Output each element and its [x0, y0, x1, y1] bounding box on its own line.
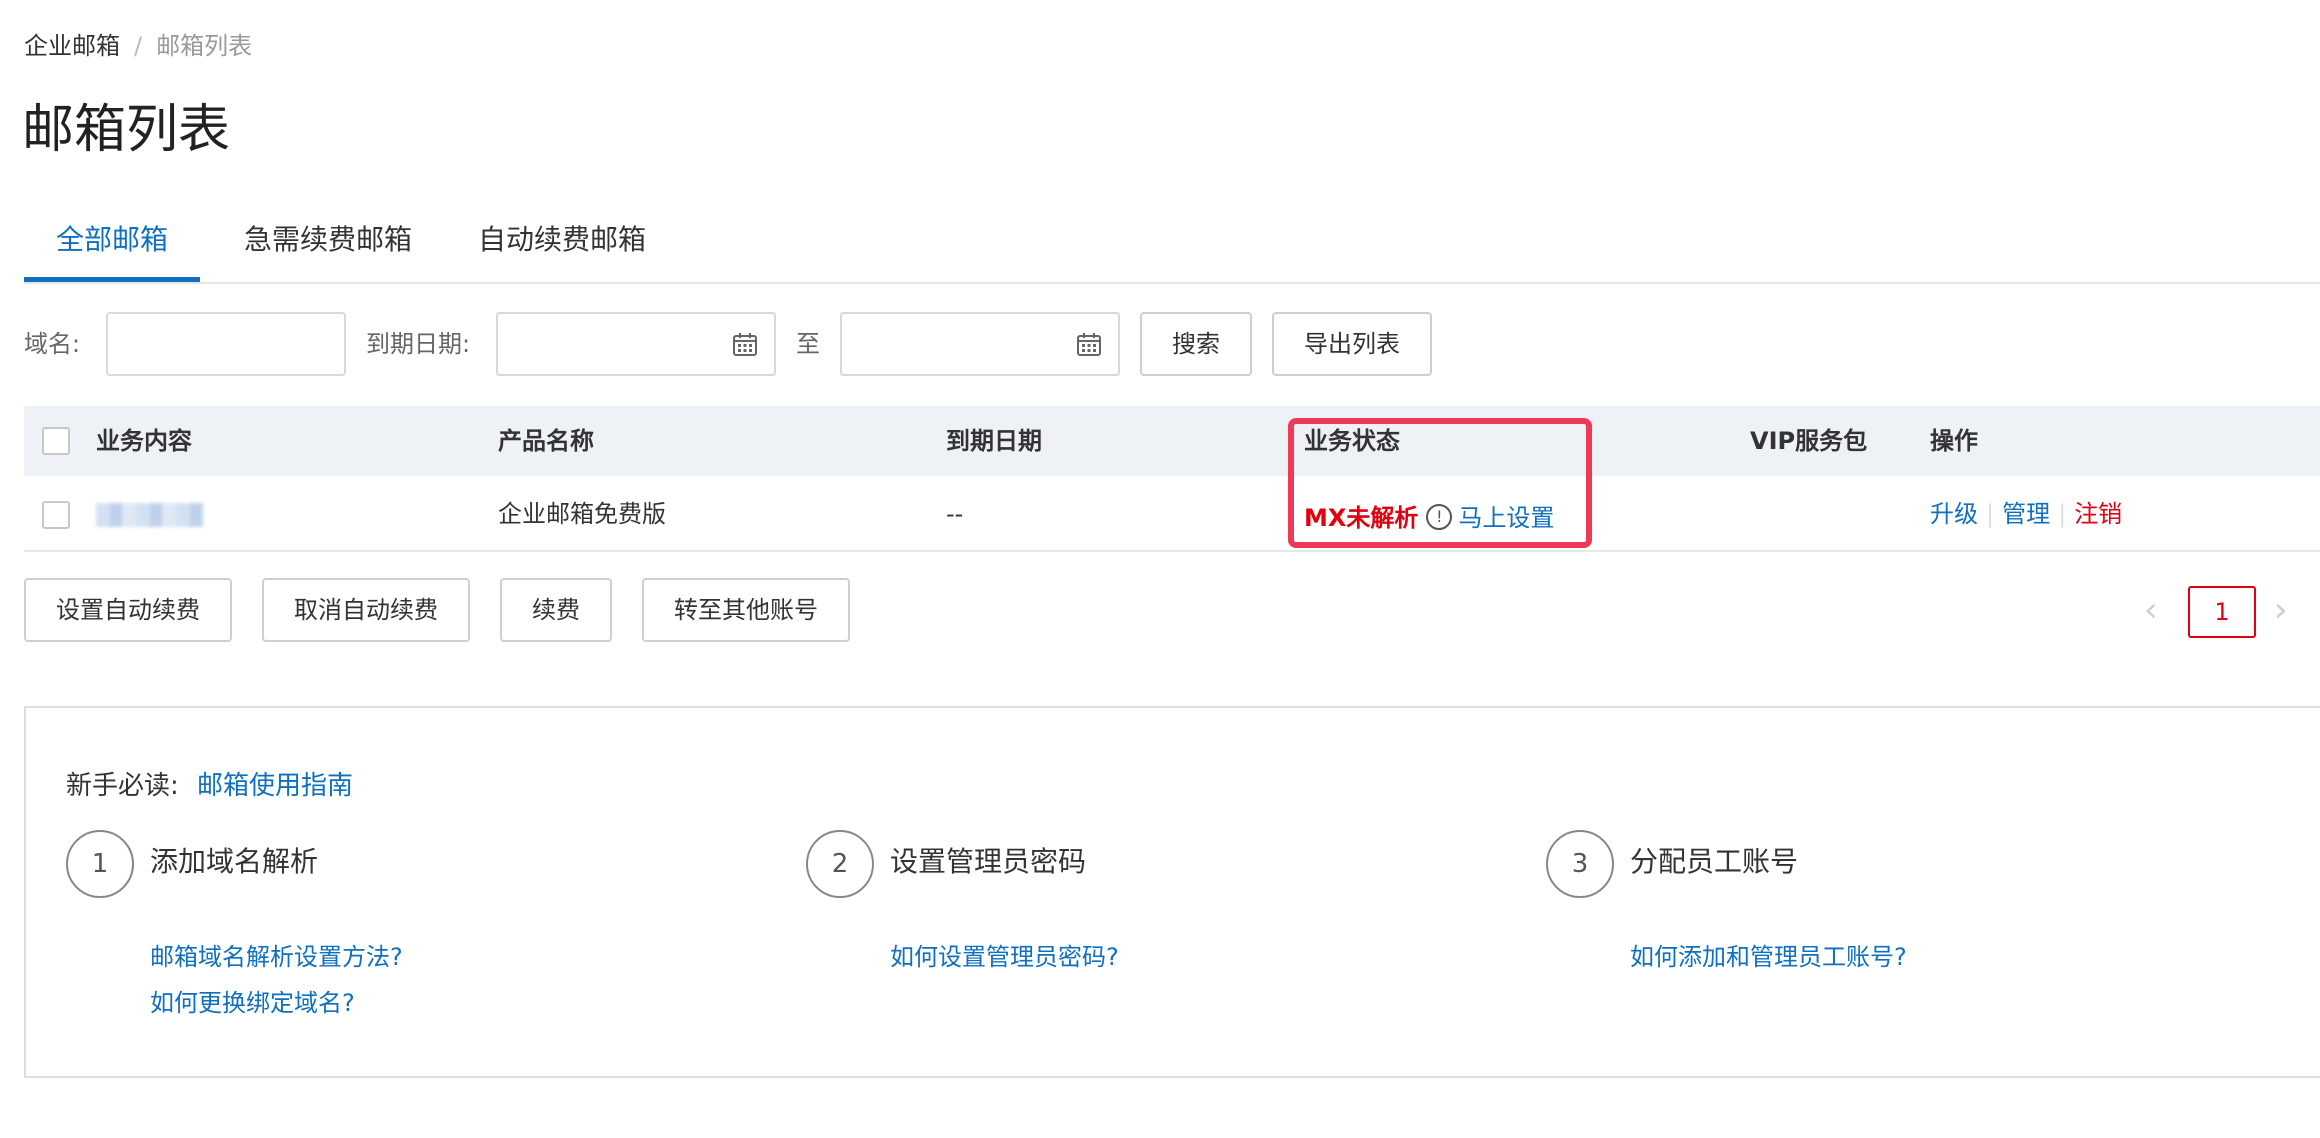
action-divider: | [1986, 500, 1995, 528]
transfer-account-button[interactable]: 转至其他账号 [642, 578, 850, 642]
column-business-content: 业务内容 [96, 427, 192, 455]
expire-to-input[interactable] [840, 312, 1120, 376]
page-number-current[interactable]: 1 [2188, 586, 2256, 638]
step-title-3: 分配员工账号 [1630, 845, 1799, 878]
calendar-icon[interactable] [732, 331, 758, 357]
business-content-domain-blurred [96, 503, 204, 527]
expire-from-input[interactable] [496, 312, 776, 376]
expire-date-label: 到期日期: [366, 330, 471, 358]
tab-auto-renewal[interactable]: 自动续费邮箱 [462, 212, 662, 282]
set-auto-renew-button[interactable]: 设置自动续费 [24, 578, 232, 642]
table-row: 企业邮箱免费版 -- MX未解析! 马上设置 升级 | 管理 | 注销 [24, 476, 2320, 552]
domain-input[interactable] [106, 312, 346, 376]
tab-bar: 全部邮箱 急需续费邮箱 自动续费邮箱 [24, 212, 2320, 284]
guide-link-dns-setup[interactable]: 邮箱域名解析设置方法? [150, 940, 403, 974]
page-title: 邮箱列表 [22, 100, 231, 160]
tab-all-mailboxes[interactable]: 全部邮箱 [24, 212, 200, 282]
export-list-button[interactable]: 导出列表 [1272, 312, 1432, 376]
actions-cell: 升级 | 管理 | 注销 [1930, 476, 2122, 552]
domain-label: 域名: [24, 330, 81, 358]
breadcrumb-root-link[interactable]: 企业邮箱 [24, 32, 120, 60]
step-number-1: 1 [66, 830, 134, 898]
next-page-icon[interactable]: › [2274, 580, 2288, 640]
prev-page-icon[interactable]: ‹ [2144, 580, 2158, 640]
column-actions: 操作 [1930, 427, 1978, 455]
step-title-2: 设置管理员密码 [890, 845, 1087, 878]
tab-urgent-renewal[interactable]: 急需续费邮箱 [228, 212, 428, 282]
column-product-name: 产品名称 [498, 427, 594, 455]
guide-link-change-domain[interactable]: 如何更换绑定域名? [150, 986, 355, 1020]
guide-link-employee-accounts[interactable]: 如何添加和管理员工账号? [1630, 940, 1907, 974]
expire-date-cell: -- [946, 500, 964, 528]
upgrade-link[interactable]: 升级 [1930, 500, 1978, 528]
date-range-to-label: 至 [796, 330, 820, 358]
step-title-1: 添加域名解析 [150, 845, 319, 878]
mailbox-guide-link[interactable]: 邮箱使用指南 [197, 771, 353, 801]
select-all-checkbox[interactable] [42, 427, 70, 455]
row-checkbox[interactable] [42, 501, 70, 529]
breadcrumb-separator: / [134, 32, 143, 60]
search-button[interactable]: 搜索 [1140, 312, 1252, 376]
table-header: 业务内容 产品名称 到期日期 业务状态 VIP服务包 操作 [24, 406, 2320, 476]
renew-button[interactable]: 续费 [500, 578, 612, 642]
breadcrumb: 企业邮箱 / 邮箱列表 [24, 30, 252, 62]
guide-header: 新手必读: 邮箱使用指南 [66, 768, 353, 804]
guide-label: 新手必读: [66, 771, 179, 801]
cancel-auto-renew-button[interactable]: 取消自动续费 [262, 578, 470, 642]
breadcrumb-current: 邮箱列表 [156, 32, 253, 60]
column-expire-date: 到期日期 [946, 427, 1042, 455]
step-number-3: 3 [1546, 830, 1614, 898]
calendar-icon[interactable] [1076, 331, 1102, 357]
column-vip-package: VIP服务包 [1750, 427, 1868, 455]
manage-link[interactable]: 管理 [2002, 500, 2050, 528]
product-name-cell: 企业邮箱免费版 [498, 500, 666, 528]
guide-link-admin-password[interactable]: 如何设置管理员密码? [890, 940, 1119, 974]
status-highlight-box [1288, 418, 1592, 548]
cancel-account-link[interactable]: 注销 [2074, 500, 2122, 528]
action-divider: | [2058, 500, 2067, 528]
beginner-guide-panel: 新手必读: 邮箱使用指南 1 添加域名解析 邮箱域名解析设置方法? 如何更换绑定… [24, 706, 2320, 1078]
step-number-2: 2 [806, 830, 874, 898]
